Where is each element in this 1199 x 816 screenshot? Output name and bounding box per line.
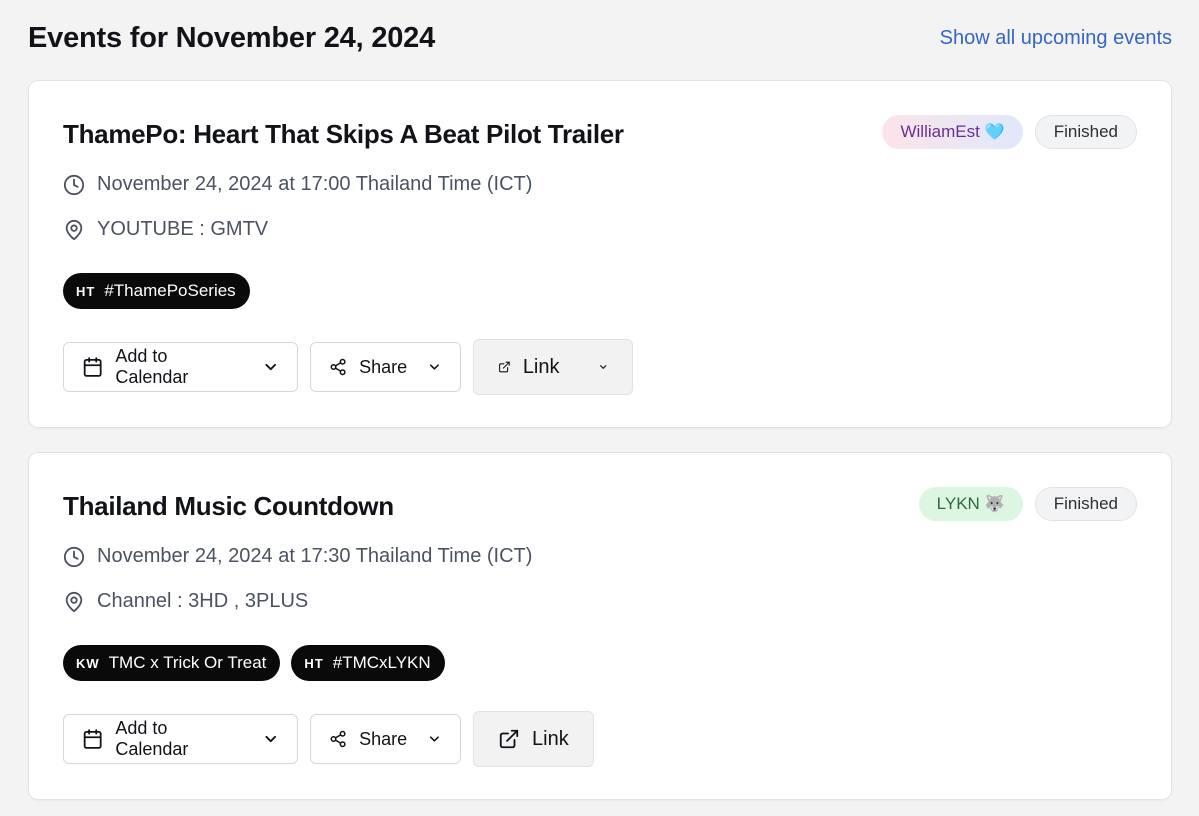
event-location-row: YOUTUBE : GMTV bbox=[63, 218, 268, 241]
link-button[interactable]: Link bbox=[473, 711, 594, 767]
share-icon bbox=[330, 358, 346, 376]
artist-badge-label: WilliamEst bbox=[900, 122, 980, 141]
show-all-upcoming-events-link[interactable]: Show all upcoming events bbox=[940, 27, 1172, 50]
tag-type-label: KW bbox=[76, 655, 100, 671]
calendar-icon bbox=[83, 729, 102, 749]
map-pin-icon bbox=[65, 591, 83, 612]
event-title: ThamePo: Heart That Skips A Beat Pilot T… bbox=[63, 119, 624, 149]
add-to-calendar-label: Add to Calendar bbox=[115, 346, 189, 387]
calendar-icon bbox=[83, 357, 102, 377]
add-to-calendar-button[interactable]: Add to Calendar bbox=[63, 342, 298, 392]
event-datetime-row: November 24, 2024 at 17:00 Thailand Time… bbox=[63, 173, 532, 196]
clock-icon bbox=[63, 174, 85, 195]
hashtag-chip[interactable]: HT #TMCxLYKN bbox=[291, 645, 445, 681]
chevron-down-icon bbox=[430, 736, 440, 742]
share-label: Share bbox=[359, 356, 408, 377]
page-header: Events for November 24, 2024 Show all up… bbox=[28, 18, 1172, 58]
event-datetime: November 24, 2024 at 17:30 Thailand Time… bbox=[97, 545, 533, 567]
chevron-down-icon bbox=[430, 364, 440, 370]
share-label: Share bbox=[359, 728, 408, 749]
map-pin-icon bbox=[65, 219, 83, 240]
tag-text: #TMCxLYKN bbox=[332, 653, 431, 672]
link-label: Link bbox=[532, 727, 569, 750]
add-to-calendar-button[interactable]: Add to Calendar bbox=[63, 714, 298, 764]
share-icon bbox=[330, 730, 346, 748]
event-datetime: November 24, 2024 at 17:00 Thailand Time… bbox=[97, 173, 533, 195]
keyword-chip[interactable]: KW TMC x Trick Or Treat bbox=[63, 645, 281, 681]
external-link-icon bbox=[499, 729, 519, 749]
share-button[interactable]: Share bbox=[310, 342, 461, 392]
event-actions: Add to Calendar Share Link bbox=[63, 711, 594, 767]
hashtag-chip[interactable]: HT #ThamePoSeries bbox=[63, 273, 250, 309]
event-title: Thailand Music Countdown bbox=[63, 491, 394, 521]
clock-icon bbox=[63, 546, 85, 567]
tag-type-label: HT bbox=[76, 283, 96, 299]
heart-emoji-icon: 🩵 bbox=[984, 124, 1005, 141]
event-card: Thailand Music Countdown LYKN 🐺 Finished… bbox=[28, 452, 1172, 800]
external-link-icon bbox=[499, 361, 510, 373]
artist-badge[interactable]: WilliamEst 🩵 bbox=[882, 115, 1023, 149]
add-to-calendar-label: Add to Calendar bbox=[115, 718, 189, 759]
link-label: Link bbox=[522, 355, 560, 378]
link-button[interactable]: Link bbox=[473, 339, 633, 395]
event-actions: Add to Calendar Share Link bbox=[63, 339, 633, 395]
page-title: Events for November 24, 2024 bbox=[28, 21, 436, 54]
event-location: Channel : 3HD , 3PLUS bbox=[97, 590, 309, 612]
event-datetime-row: November 24, 2024 at 17:30 Thailand Time… bbox=[63, 545, 532, 568]
event-tags: HT #ThamePoSeries bbox=[63, 273, 250, 309]
chevron-down-icon bbox=[265, 363, 276, 371]
chevron-down-icon bbox=[265, 735, 276, 743]
tag-text: TMC x Trick Or Treat bbox=[108, 653, 267, 672]
events-page: Events for November 24, 2024 Show all up… bbox=[0, 0, 1199, 816]
event-location: YOUTUBE : GMTV bbox=[97, 218, 269, 240]
tag-text: #ThamePoSeries bbox=[104, 281, 236, 300]
event-badges: WilliamEst 🩵 Finished bbox=[882, 115, 1137, 149]
status-badge: Finished bbox=[1034, 115, 1137, 149]
chevron-down-icon bbox=[599, 365, 606, 369]
status-badge: Finished bbox=[1034, 487, 1137, 521]
tag-type-label: HT bbox=[304, 655, 324, 671]
wolf-emoji-icon: 🐺 bbox=[984, 496, 1005, 513]
share-button[interactable]: Share bbox=[310, 714, 461, 764]
event-card: ThamePo: Heart That Skips A Beat Pilot T… bbox=[28, 80, 1172, 428]
event-tags: KW TMC x Trick Or Treat HT #TMCxLYKN bbox=[63, 645, 445, 681]
event-location-row: Channel : 3HD , 3PLUS bbox=[63, 590, 308, 613]
event-badges: LYKN 🐺 Finished bbox=[918, 487, 1137, 521]
artist-badge[interactable]: LYKN 🐺 bbox=[918, 487, 1023, 521]
artist-badge-label: LYKN bbox=[936, 494, 980, 513]
